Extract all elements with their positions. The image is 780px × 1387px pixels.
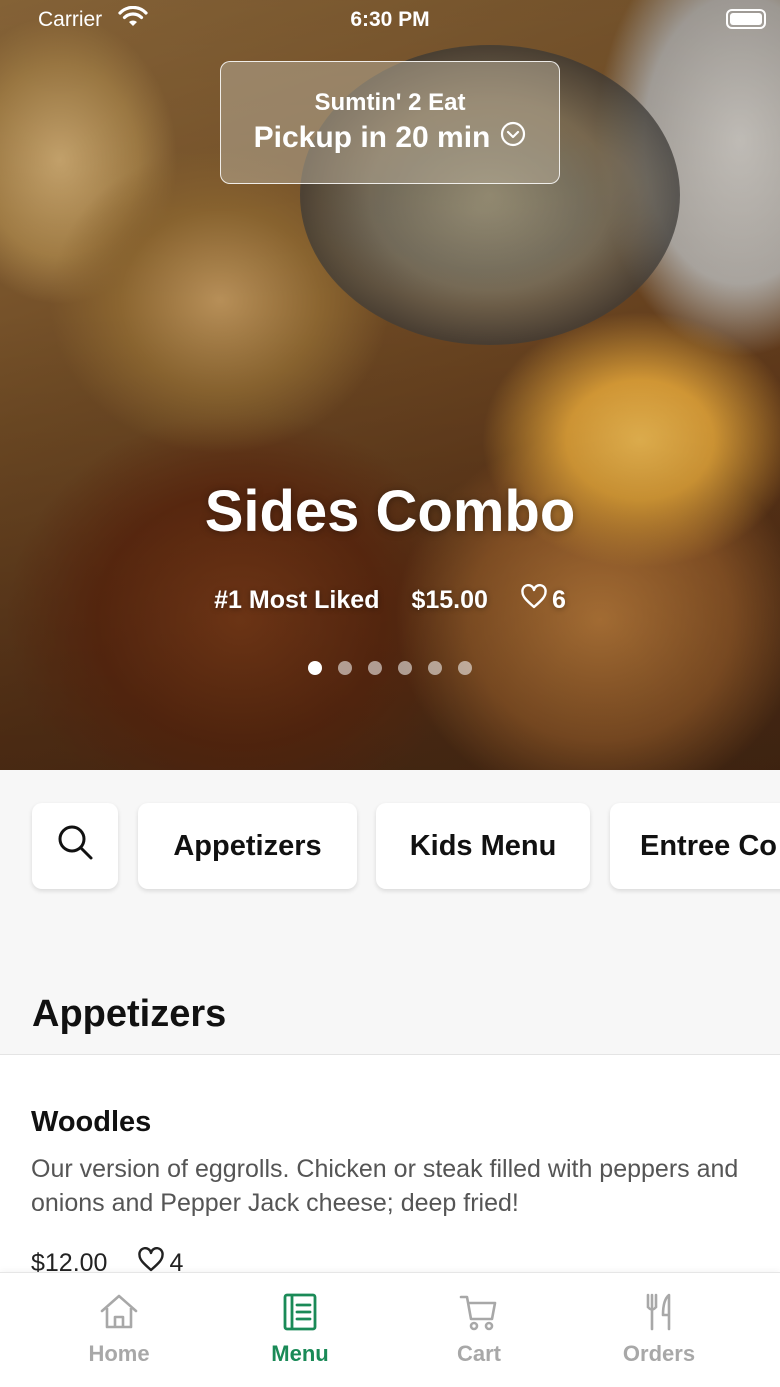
carousel-dot[interactable] (368, 661, 382, 675)
carousel-dot[interactable] (338, 661, 352, 675)
heart-icon (520, 584, 548, 617)
search-icon (55, 822, 95, 870)
chevron-down-circle-icon (500, 121, 526, 155)
carousel-dot[interactable] (458, 661, 472, 675)
menu-item-name: Woodles (31, 1106, 152, 1138)
category-chip-entree-combos[interactable]: Entree Co (610, 803, 780, 889)
utensils-icon (569, 1291, 749, 1333)
battery-icon (726, 9, 766, 29)
clock: 6:30 PM (350, 8, 430, 31)
restaurant-name: Sumtin' 2 Eat (314, 89, 466, 116)
category-chip-kids-menu[interactable]: Kids Menu (376, 803, 590, 889)
menu-item[interactable]: Woodles Our version of eggrolls. Chicken… (0, 1054, 780, 1287)
menu-book-icon (210, 1291, 390, 1333)
carousel-dots[interactable] (0, 661, 780, 675)
menu-item-description: Our version of eggrolls. Chicken or stea… (31, 1155, 739, 1217)
featured-badge: #1 Most Liked (214, 586, 380, 614)
tab-home-label: Home (88, 1341, 150, 1366)
tab-home[interactable]: Home (29, 1291, 209, 1367)
tab-cart-label: Cart (456, 1341, 501, 1366)
tab-orders[interactable]: Orders (569, 1291, 749, 1367)
search-button[interactable] (32, 803, 118, 889)
tab-menu[interactable]: Menu (210, 1291, 390, 1367)
tab-bar: Home Menu Cart Orders (0, 1272, 780, 1387)
featured-likes-count: 6 (551, 586, 566, 614)
featured-title: Sides Combo (204, 479, 576, 544)
carousel-dot[interactable] (428, 661, 442, 675)
tab-cart[interactable]: Cart (389, 1291, 569, 1367)
carousel-dot[interactable] (308, 661, 322, 675)
hero-banner[interactable]: Carrier 6:30 PM Sumtin' 2 Eat Pickup in … (0, 0, 780, 770)
tab-menu-label: Menu (271, 1341, 329, 1366)
featured-price: $15.00 (411, 586, 488, 614)
carousel-dot[interactable] (398, 661, 412, 675)
featured-meta: #1 Most Liked $15.00 6 (0, 584, 780, 617)
featured-likes: 6 (520, 584, 566, 617)
category-bar[interactable]: Appetizers Kids Menu Entree Co (0, 770, 780, 945)
pickup-selector[interactable]: Sumtin' 2 Eat Pickup in 20 min (220, 61, 560, 184)
status-bar: Carrier 6:30 PM (0, 0, 780, 40)
home-icon (29, 1291, 209, 1333)
category-chip-appetizers[interactable]: Appetizers (138, 803, 357, 889)
section-title: Appetizers (32, 993, 227, 1035)
pickup-time-label: Pickup in 20 min (253, 121, 491, 154)
tab-orders-label: Orders (622, 1341, 696, 1366)
cart-icon (389, 1291, 569, 1333)
pickup-time: Pickup in 20 min (254, 121, 527, 155)
